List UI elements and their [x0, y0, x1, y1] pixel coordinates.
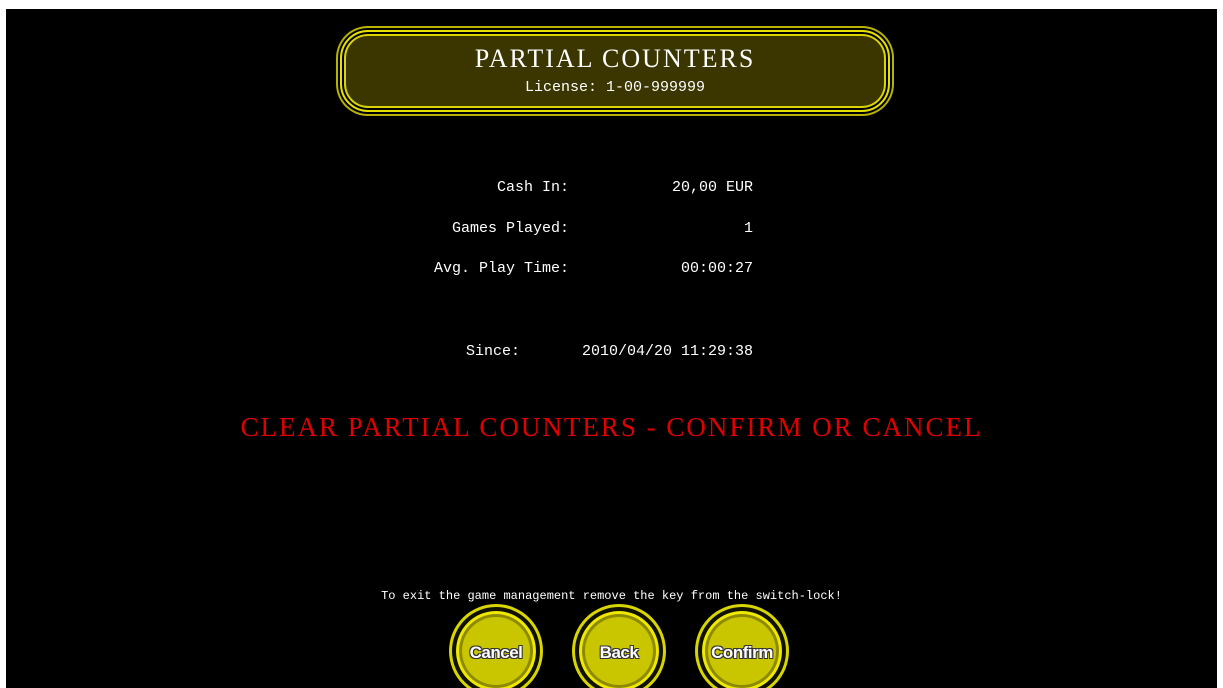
page-title: PARTIAL COUNTERS — [474, 44, 756, 73]
since-value: 2010/04/20 11:29:38 — [581, 343, 753, 360]
since-label: Since: — [465, 343, 520, 360]
game-management-screen: PARTIAL COUNTERS License: 1-00-999999 Ca… — [6, 9, 1217, 688]
games-played-label: Games Played: — [451, 220, 569, 237]
cancel-button[interactable]: Cancel — [452, 607, 540, 688]
cash-in-value: 20,00 EUR — [671, 179, 753, 196]
exit-hint: To exit the game management remove the k… — [381, 589, 842, 603]
confirm-button-label: Confirm — [711, 643, 773, 662]
cancel-button-label: Cancel — [469, 643, 523, 662]
back-button[interactable]: Back — [575, 607, 663, 688]
games-played-value: 1 — [743, 220, 753, 237]
clear-counters-warning: CLEAR PARTIAL COUNTERS - CONFIRM OR CANC… — [240, 412, 983, 442]
header-panel: PARTIAL COUNTERS License: 1-00-999999 — [340, 30, 890, 112]
license-text: License: 1-00-999999 — [524, 79, 706, 96]
confirm-button[interactable]: Confirm — [698, 607, 786, 688]
avg-play-time-value: 00:00:27 — [680, 260, 753, 277]
cash-in-label: Cash In: — [496, 179, 569, 196]
avg-play-time-label: Avg. Play Time: — [433, 260, 569, 277]
back-button-label: Back — [599, 643, 639, 662]
